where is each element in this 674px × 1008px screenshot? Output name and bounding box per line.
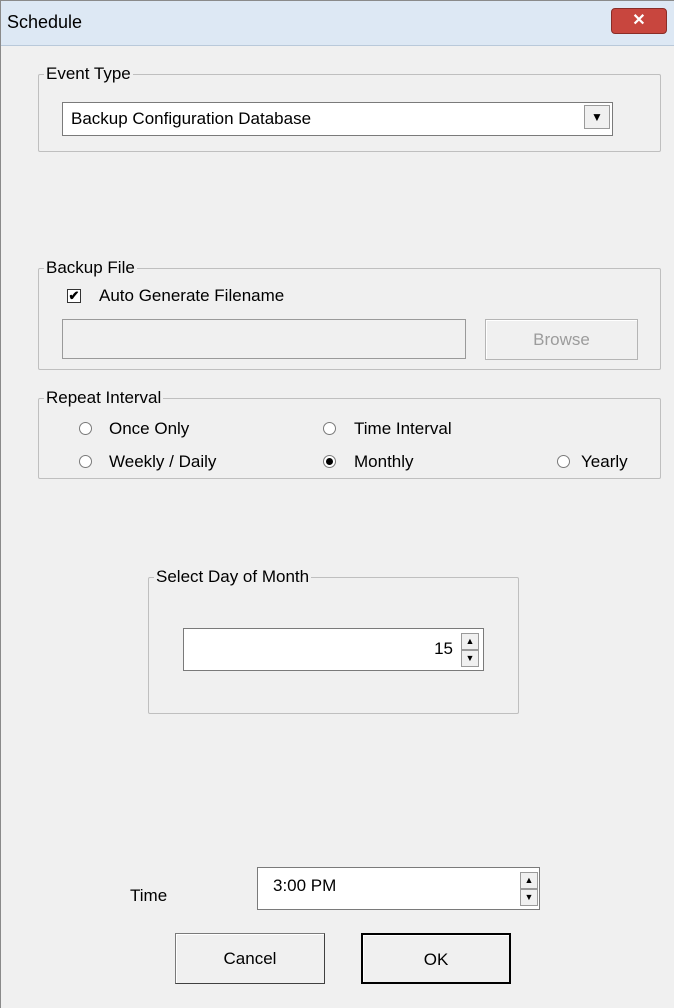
cancel-button[interactable]: Cancel [175,933,325,984]
day-down-button[interactable]: ▼ [461,650,479,667]
close-button[interactable]: ✕ [611,8,667,34]
radio-button-selected[interactable] [323,455,336,468]
chevron-down-icon: ▼ [591,110,603,124]
ok-label: OK [423,950,449,969]
day-of-month-legend: Select Day of Month [156,567,310,586]
radio-label: Time Interval [354,419,452,438]
radio-label: Yearly [581,452,628,471]
day-up-button[interactable]: ▲ [461,633,479,650]
close-icon: ✕ [632,12,646,29]
time-down-button[interactable]: ▼ [520,889,538,906]
radio-button[interactable] [323,422,336,435]
browse-button[interactable]: Browse [485,319,638,360]
time-value: 3:00 PM [273,876,337,895]
time-label: Time [130,886,168,905]
radio-button[interactable] [557,455,570,468]
day-of-month-value: 15 [434,639,453,658]
ok-button[interactable]: OK [361,933,511,984]
event-type-value: Backup Configuration Database [71,109,312,128]
event-type-legend: Event Type [46,64,131,83]
time-spinner[interactable]: 3:00 PM ▲ ▼ [257,867,540,910]
radio-label: Monthly [354,452,414,471]
window-title: Schedule [7,12,83,32]
backup-file-legend: Backup File [46,258,135,277]
day-of-month-spinner[interactable]: 15 ▲ ▼ [183,628,484,671]
dropdown-arrow-button[interactable]: ▼ [584,105,610,129]
arrow-down-icon: ▼ [524,892,534,902]
day-spin-buttons: ▲ ▼ [461,633,479,667]
event-type-select[interactable]: Backup Configuration Database ▼ [62,102,613,136]
cancel-label: Cancel [223,949,277,968]
arrow-up-icon: ▲ [524,875,534,885]
time-up-button[interactable]: ▲ [520,872,538,889]
checkmark-icon: ✔ [68,288,80,303]
repeat-interval-legend: Repeat Interval [46,388,162,407]
radio-button[interactable] [79,422,92,435]
auto-generate-label[interactable]: Auto Generate Filename [99,286,284,306]
radio-button[interactable] [79,455,92,468]
arrow-down-icon: ▼ [465,653,475,663]
auto-generate-checkbox[interactable]: ✔ [67,289,81,303]
radio-label: Once Only [109,419,190,438]
radio-label: Weekly / Daily [109,452,217,471]
browse-label: Browse [533,330,590,349]
schedule-dialog: Schedule ✕ Event Type Backup Configurati… [0,0,674,1008]
radio-dot-icon [326,458,333,465]
arrow-up-icon: ▲ [465,636,475,646]
time-spin-buttons: ▲ ▼ [520,872,538,906]
title-bar[interactable]: Schedule ✕ [1,1,674,46]
filename-input[interactable] [62,319,466,359]
